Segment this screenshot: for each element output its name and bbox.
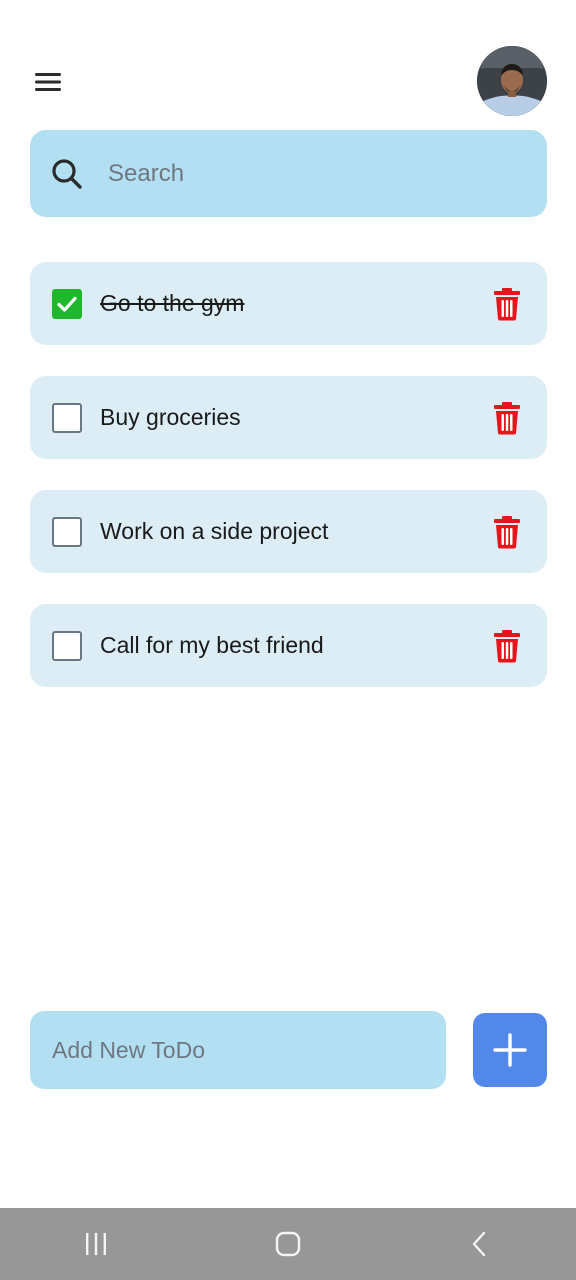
home-icon [275,1231,301,1257]
system-nav-bar [0,1208,576,1280]
search-input[interactable] [108,159,488,188]
add-todo-input[interactable] [52,1036,422,1064]
todo-checkbox[interactable] [52,516,82,547]
delete-button[interactable] [483,280,531,328]
todo-checkbox[interactable] [52,402,82,433]
add-todo-field[interactable] [30,1011,446,1089]
delete-button[interactable] [483,622,531,670]
user-avatar-icon [477,46,547,116]
todo-list: Go to the gym Buy groceries Work on a si… [30,262,547,718]
search-bar[interactable] [30,130,547,217]
todo-item: Buy groceries [30,376,547,459]
recent-apps-button[interactable] [66,1214,126,1274]
todo-text: Call for my best friend [100,632,324,658]
trash-icon [494,515,520,548]
todo-item: Go to the gym [30,262,547,345]
trash-icon [494,401,520,434]
trash-icon [494,287,520,320]
todo-text: Buy groceries [100,404,241,430]
todo-checkbox[interactable] [52,630,82,661]
trash-icon [494,629,520,662]
plus-icon [493,1033,527,1067]
todo-item: Work on a side project [30,490,547,573]
hamburger-menu-icon [35,73,61,91]
todo-screen: Go to the gym Buy groceries [0,0,576,1280]
todo-text: Go to the gym [100,290,245,316]
delete-button[interactable] [483,508,531,556]
delete-button[interactable] [483,394,531,442]
todo-checkbox-checked[interactable] [52,288,82,319]
back-icon [472,1231,486,1257]
check-icon [57,296,77,312]
todo-text: Work on a side project [100,518,329,544]
add-todo-button[interactable] [473,1013,547,1087]
search-icon [50,157,84,191]
menu-button[interactable] [30,66,66,98]
avatar[interactable] [477,46,547,116]
back-button[interactable] [450,1214,510,1274]
todo-item: Call for my best friend [30,604,547,687]
recent-apps-icon [86,1233,106,1255]
home-button[interactable] [258,1214,318,1274]
